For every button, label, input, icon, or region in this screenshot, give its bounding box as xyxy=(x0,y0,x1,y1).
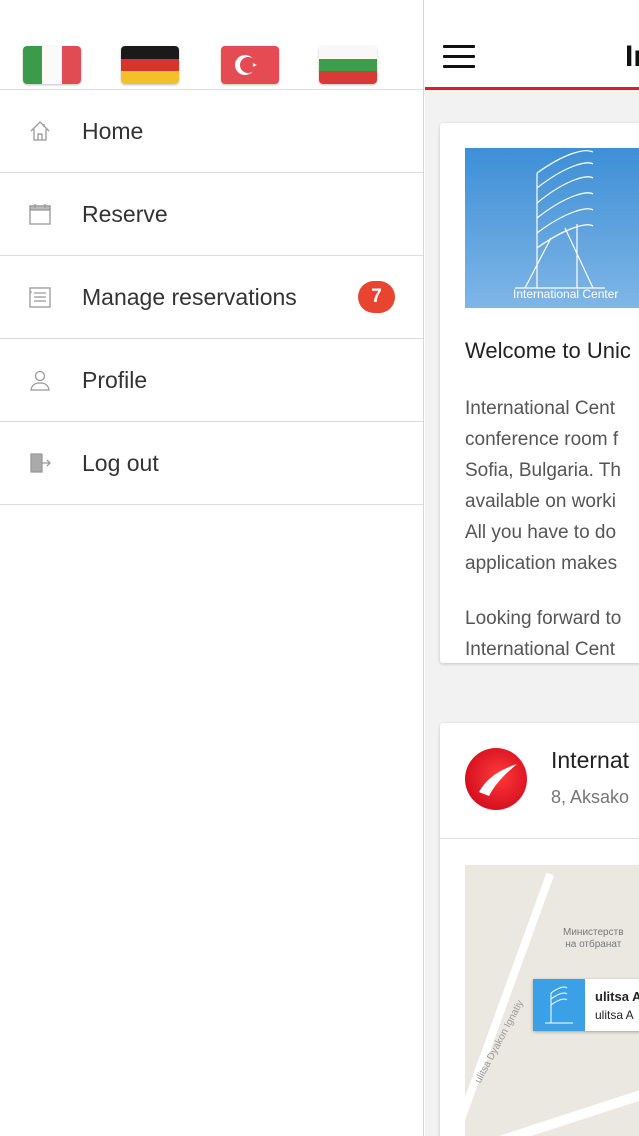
reservations-count-badge: 7 xyxy=(358,281,395,313)
menu-item-reserve[interactable]: Reserve xyxy=(0,173,423,256)
italian-flag-icon[interactable] xyxy=(23,46,81,84)
list-icon xyxy=(29,287,51,308)
german-flag-icon[interactable] xyxy=(121,46,179,84)
building-image-caption: International Center xyxy=(513,287,619,301)
hamburger-menu-icon[interactable] xyxy=(443,45,475,69)
closing-paragraph: Looking forward to International Cent xyxy=(465,608,622,660)
logout-icon xyxy=(30,453,51,473)
welcome-heading: Welcome to Unic xyxy=(465,338,631,363)
user-icon xyxy=(30,370,50,391)
app-title: In xyxy=(625,40,639,73)
map-callout-subtitle: ulitsa A xyxy=(595,1008,634,1022)
map-callout-title: ulitsa A xyxy=(595,989,639,1004)
turkish-flag-icon[interactable] xyxy=(221,46,279,84)
menu-label-profile: Profile xyxy=(82,366,148,393)
menu-item-logout[interactable]: Log out xyxy=(0,422,423,505)
app-header: In xyxy=(425,0,639,90)
location-name: Internat xyxy=(551,747,629,773)
welcome-card: International Center Welcome to Unic Int… xyxy=(440,123,639,663)
building-image: International Center xyxy=(465,148,639,308)
menu-item-home[interactable]: Home xyxy=(0,90,423,173)
building-thumbnail-icon xyxy=(533,979,585,1031)
language-selector xyxy=(0,0,423,90)
location-address: 8, Aksako xyxy=(551,787,630,807)
welcome-paragraph: International Cent conference room f Sof… xyxy=(465,398,621,574)
menu-item-profile[interactable]: Profile xyxy=(0,339,423,422)
menu-label-manage-reservations: Manage reservations xyxy=(82,283,297,310)
bulgarian-flag-icon[interactable] xyxy=(319,46,377,84)
menu-label-home: Home xyxy=(82,117,144,144)
map-place-label: Министерств на отбранат xyxy=(563,927,624,950)
menu-label-logout: Log out xyxy=(82,449,159,476)
navigation-drawer: Home Reserve Manage reservations 7 Profi… xyxy=(0,0,424,1136)
menu-item-manage-reservations[interactable]: Manage reservations 7 xyxy=(0,256,423,339)
menu-label-reserve: Reserve xyxy=(82,200,168,227)
calendar-icon xyxy=(29,204,51,225)
location-map[interactable]: Министерств на отбранат ulitsa A ulitsa … xyxy=(465,865,639,1136)
map-marker-callout[interactable]: ulitsa A ulitsa A xyxy=(533,979,639,1031)
main-content: In International Center Welcome to Unic … xyxy=(425,0,639,1136)
location-card: Internat 8, Aksako Министерств на отбран… xyxy=(440,723,639,1136)
unicredit-logo-icon xyxy=(465,748,527,810)
home-icon xyxy=(30,121,50,141)
